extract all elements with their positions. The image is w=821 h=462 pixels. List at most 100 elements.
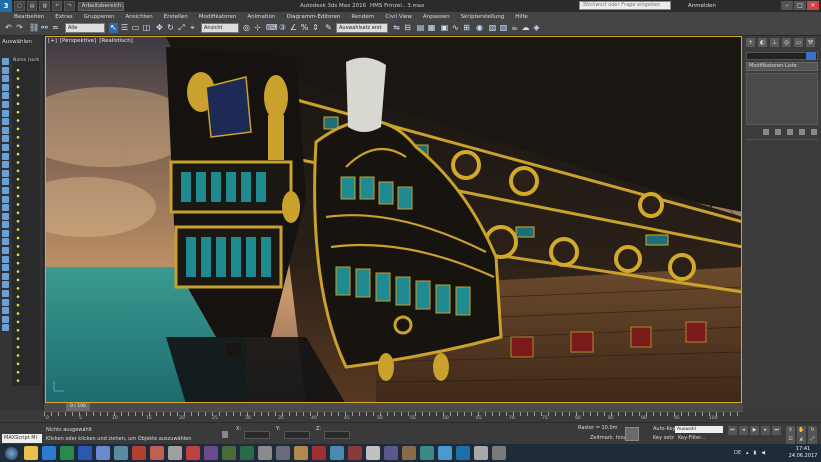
setkey-label[interactable]: Key setz [653,435,674,441]
configure-sets-icon[interactable] [811,129,817,135]
viewport-menu-label[interactable]: [+] [48,38,57,44]
go-to-end-icon[interactable]: ⏭ [772,426,781,435]
a360-gallery-icon[interactable]: ◈ [532,23,541,33]
select-object-icon[interactable]: ↖ [109,23,118,33]
select-manipulate-icon[interactable]: ⊹ [253,23,262,33]
explorer-taskbar-icon[interactable] [24,446,38,460]
track-bar[interactable]: 0 5 10 15 20 25 30 35 40 45 50 55 60 65 … [44,411,743,422]
menu-rendern[interactable]: Rendern [351,14,374,20]
modifier-stack[interactable] [746,73,818,125]
set-key-button[interactable] [625,427,639,441]
remove-modifier-icon[interactable] [799,129,805,135]
autokey-selection-dropdown[interactable]: Auswahl [675,426,723,433]
angle-snap-icon[interactable]: ∠ [289,23,298,33]
placement-icon[interactable]: ⌖ [188,23,197,33]
perspective-viewport[interactable]: [+] [Perspektive] [Realistisch] [45,36,742,403]
snap-toggle-icon[interactable]: ③ [278,23,287,33]
pivot-center-icon[interactable]: ◎ [242,23,251,33]
workspace-dropdown[interactable]: Arbeitsbereich: Vorga [77,1,124,11]
app-taskbar-icon-6[interactable] [204,446,218,460]
ie-taskbar-icon[interactable] [42,446,56,460]
viewport-pov-label[interactable]: [Perspektive] [60,38,96,44]
autokey-label[interactable]: Auto-Key [653,426,676,432]
show-end-result-icon[interactable] [775,129,781,135]
pin-stack-icon[interactable] [763,129,769,135]
orbit-icon[interactable]: ↻ [808,426,817,435]
app-taskbar-icon-1[interactable] [114,446,128,460]
z-coord-field[interactable] [324,431,350,439]
make-unique-icon[interactable] [787,129,793,135]
key-filters-button[interactable]: Key-Filter... [678,435,705,441]
app-taskbar-icon-3[interactable] [150,446,164,460]
network-icon[interactable]: ▮ [754,450,757,456]
layer-explorer-icon[interactable]: ▦ [427,23,436,33]
name-column-header[interactable]: Name (sorti [13,58,39,63]
menu-bearbeiten[interactable]: Bearbeiten [14,14,44,20]
search-input[interactable]: Stichwort oder Frage eingeben [579,1,671,10]
utilities-tab-icon[interactable]: ⚒ [806,38,815,47]
go-to-start-icon[interactable]: ⏮ [728,426,737,435]
language-indicator[interactable]: DE [734,450,741,456]
unlink-icon[interactable]: ⚯ [40,23,49,33]
menu-diagramm-editoren[interactable]: Diagramm-Editoren [286,14,340,20]
menu-skripterstellung[interactable]: Skripterstellung [461,14,505,20]
time-slider-track[interactable]: 0 / 100 [44,403,743,411]
app-taskbar-icon-9[interactable] [258,446,272,460]
close-button[interactable]: ✕ [807,1,819,10]
menu-ansichten[interactable]: Ansichten [126,14,153,20]
maxscript-listener[interactable]: MAXScript Mi [2,434,42,443]
align-icon[interactable]: ⊟ [403,23,412,33]
app-taskbar-icon-8[interactable] [240,446,254,460]
open-file-button[interactable]: ▤ [26,1,38,11]
render-setup-icon[interactable]: ▨ [488,23,497,33]
time-slider[interactable]: 0 / 100 [66,403,90,411]
undo-icon[interactable]: ↶ [4,23,13,33]
maximize-viewport-icon[interactable]: ⤢ [808,435,817,444]
scene-explorer-icon[interactable]: ▤ [416,23,425,33]
menu-anpassen[interactable]: Anpassen [423,14,450,20]
curve-editor-icon[interactable]: ∿ [451,23,460,33]
named-selection-set-dropdown[interactable]: Auswahlsatz erst [336,23,388,33]
zoom-icon[interactable]: ⚲ [786,426,795,435]
redo-icon[interactable]: ↷ [15,23,24,33]
keyboard-shortcut-icon[interactable]: ⌨ [266,23,278,33]
reference-coord-dropdown[interactable]: Ansicht [201,23,239,33]
object-visibility-icons[interactable] [14,66,40,386]
scale-icon[interactable]: ⤢ [177,23,186,33]
app-taskbar-icon-4[interactable] [168,446,182,460]
render-cloud-icon[interactable]: ☁ [521,23,530,33]
viewport-shading-label[interactable]: [Realistisch] [99,38,133,44]
schematic-view-icon[interactable]: ⊞ [462,23,471,33]
rendered-frame-icon[interactable]: ▧ [499,23,508,33]
x-coord-field[interactable] [244,431,270,439]
fov-icon[interactable]: ◭ [797,435,806,444]
next-frame-icon[interactable]: ▸ [761,426,770,435]
menu-erstellen[interactable]: Erstellen [164,14,188,20]
new-file-button[interactable]: ▢ [14,1,25,11]
app-taskbar-icon-16[interactable] [384,446,398,460]
signin-link[interactable]: Anmelden [688,0,716,12]
mirror-icon[interactable]: ⇋ [392,23,401,33]
rotate-icon[interactable]: ↻ [166,23,175,33]
app-taskbar-icon-17[interactable] [402,446,416,460]
app-taskbar-icon-12[interactable] [312,446,326,460]
pan-icon[interactable]: ✋ [797,426,806,435]
modify-tab-icon[interactable]: ◐ [758,38,767,47]
undo-quick-button[interactable]: ↶ [52,1,63,11]
start-button[interactable] [0,444,22,462]
app-taskbar-icon-2[interactable] [132,446,146,460]
3dsmax-taskbar-icon[interactable] [456,446,470,460]
move-icon[interactable]: ✥ [155,23,164,33]
app-taskbar-icon-7[interactable] [222,446,236,460]
select-by-name-icon[interactable]: ☰ [120,23,129,33]
app-taskbar-icon-15[interactable] [366,446,380,460]
app-taskbar-icon-10[interactable] [276,446,290,460]
outlook-taskbar-icon[interactable] [96,446,110,460]
graphite-ribbon-icon[interactable]: ▣ [440,23,449,33]
hierarchy-tab-icon[interactable]: ⊥ [770,38,779,47]
play-icon[interactable]: ▶ [750,426,759,435]
edit-named-sets-icon[interactable]: ✎ [324,23,333,33]
rect-selection-icon[interactable]: ▭ [131,23,140,33]
app-taskbar-icon-14[interactable] [348,446,362,460]
app-taskbar-icon-21[interactable] [492,446,506,460]
